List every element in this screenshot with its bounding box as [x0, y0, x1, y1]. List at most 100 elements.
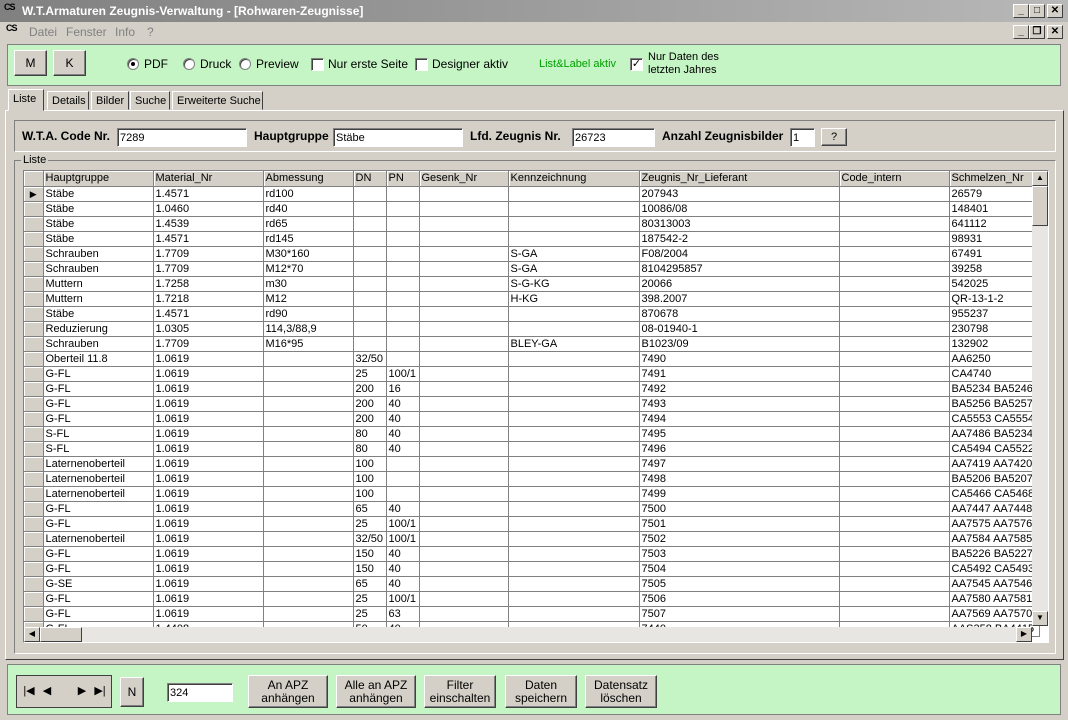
table-cell[interactable]: S-GA	[508, 246, 640, 262]
menu-info[interactable]: Info	[115, 25, 135, 39]
vertical-scrollbar[interactable]: ▲ ▼	[1032, 171, 1048, 626]
row-selector[interactable]	[24, 231, 44, 247]
table-cell[interactable]: 1.0619	[153, 516, 264, 532]
table-cell[interactable]: 80	[353, 441, 387, 457]
table-cell[interactable]	[419, 291, 509, 307]
table-cell[interactable]: 7494	[639, 411, 840, 427]
table-cell[interactable]	[839, 321, 950, 337]
menu-fenster[interactable]: Fenster	[66, 25, 107, 39]
table-cell[interactable]	[386, 216, 420, 232]
table-cell[interactable]: 1.7218	[153, 291, 264, 307]
table-cell[interactable]	[419, 306, 509, 322]
table-cell[interactable]	[508, 591, 640, 607]
table-cell[interactable]	[508, 306, 640, 322]
table-cell[interactable]	[508, 366, 640, 382]
table-cell[interactable]: 25	[353, 591, 387, 607]
table-cell[interactable]	[508, 186, 640, 202]
table-cell[interactable]	[353, 201, 387, 217]
table-cell[interactable]	[839, 231, 950, 247]
table-cell[interactable]: 542025	[949, 276, 1040, 292]
table-cell[interactable]	[386, 336, 420, 352]
table-cell[interactable]: G-FL	[43, 606, 154, 622]
table-cell[interactable]	[419, 321, 509, 337]
table-cell[interactable]	[419, 486, 509, 502]
table-cell[interactable]: BA5226 BA5227	[949, 546, 1040, 562]
table-cell[interactable]	[353, 231, 387, 247]
table-cell[interactable]: G-FL	[43, 381, 154, 397]
anzahl-bilder-field[interactable]: 1	[790, 128, 815, 147]
preview-radio[interactable]	[239, 58, 251, 70]
table-cell[interactable]	[386, 201, 420, 217]
table-row[interactable]: Laternenoberteil 1.0619 100 7498 BA5206 BA52…	[24, 471, 1040, 487]
table-cell[interactable]	[419, 441, 509, 457]
table-cell[interactable]	[839, 486, 950, 502]
table-cell[interactable]: 100/1	[386, 531, 420, 547]
table-cell[interactable]	[839, 201, 950, 217]
table-cell[interactable]: Stäbe	[43, 216, 154, 232]
row-selector[interactable]	[24, 216, 44, 232]
table-cell[interactable]: 148401	[949, 201, 1040, 217]
table-cell[interactable]: 7490	[639, 351, 840, 367]
column-header-code-intern[interactable]: Code_intern	[839, 171, 950, 187]
table-cell[interactable]: 207943	[639, 186, 840, 202]
table-cell[interactable]	[353, 336, 387, 352]
table-cell[interactable]: G-FL	[43, 516, 154, 532]
table-row[interactable]: G-FL 1.0619 25 63 7507 AA7569 AA7570	[24, 606, 1040, 622]
table-row[interactable]: Muttern 1.7218 M12 H-KG 398.2007 QR-13-1-2	[24, 291, 1040, 307]
table-cell[interactable]: rd100	[263, 186, 354, 202]
table-cell[interactable]: AA7569 AA7570	[949, 606, 1040, 622]
row-selector[interactable]	[24, 606, 44, 622]
table-cell[interactable]: 1.4571	[153, 231, 264, 247]
row-selector[interactable]	[24, 351, 44, 367]
row-selector[interactable]	[24, 576, 44, 592]
row-selector[interactable]	[24, 381, 44, 397]
table-cell[interactable]: 40	[386, 411, 420, 427]
table-cell[interactable]	[263, 576, 354, 592]
table-cell[interactable]	[839, 276, 950, 292]
table-cell[interactable]	[263, 351, 354, 367]
row-selector[interactable]	[24, 441, 44, 457]
table-cell[interactable]: AA7486 BA5234	[949, 426, 1040, 442]
table-cell[interactable]: M30*160	[263, 246, 354, 262]
table-cell[interactable]: rd65	[263, 216, 354, 232]
row-selector[interactable]	[24, 486, 44, 502]
table-cell[interactable]	[508, 201, 640, 217]
table-row[interactable]: Laternenoberteil 1.0619 100 7499 CA5466 CA54…	[24, 486, 1040, 502]
table-cell[interactable]	[508, 516, 640, 532]
table-cell[interactable]: 955237	[949, 306, 1040, 322]
table-cell[interactable]	[419, 231, 509, 247]
table-cell[interactable]: 1.0619	[153, 351, 264, 367]
table-row[interactable]: G-FL 1.0619 200 40 7493 BA5256 BA5257	[24, 396, 1040, 412]
child-close-button[interactable]: ✕	[1047, 25, 1063, 39]
datensatz-loeschen-button[interactable]: Datensatz löschen	[585, 675, 657, 708]
row-selector[interactable]	[24, 516, 44, 532]
table-cell[interactable]	[839, 306, 950, 322]
table-row[interactable]: Schrauben 1.7709 M16*95 BLEY-GA B1023/09 1329…	[24, 336, 1040, 352]
table-cell[interactable]	[839, 426, 950, 442]
table-cell[interactable]: Laternenoberteil	[43, 486, 154, 502]
table-cell[interactable]: BLEY-GA	[508, 336, 640, 352]
table-cell[interactable]: 1.7709	[153, 261, 264, 277]
table-cell[interactable]	[353, 276, 387, 292]
table-cell[interactable]	[419, 456, 509, 472]
table-cell[interactable]: CA5492 CA5493	[949, 561, 1040, 577]
maximize-button[interactable]: □	[1029, 4, 1045, 18]
table-cell[interactable]	[839, 246, 950, 262]
row-selector[interactable]	[24, 546, 44, 562]
table-cell[interactable]	[386, 486, 420, 502]
table-cell[interactable]: B1023/09	[639, 336, 840, 352]
table-cell[interactable]: M16*95	[263, 336, 354, 352]
table-cell[interactable]: 1.0619	[153, 426, 264, 442]
nur-daten-letztes-jahr-checkbox[interactable]: ✓	[630, 58, 643, 71]
table-cell[interactable]	[263, 426, 354, 442]
table-cell[interactable]: 7496	[639, 441, 840, 457]
table-cell[interactable]: 114,3/88,9	[263, 321, 354, 337]
table-cell[interactable]: rd90	[263, 306, 354, 322]
table-cell[interactable]	[419, 186, 509, 202]
table-cell[interactable]	[386, 306, 420, 322]
table-cell[interactable]	[839, 471, 950, 487]
table-row[interactable]: Stäbe 1.4539 rd65 80313003 641112	[24, 216, 1040, 232]
table-cell[interactable]	[839, 396, 950, 412]
table-cell[interactable]: 63	[386, 606, 420, 622]
k-button[interactable]: K	[53, 50, 86, 76]
